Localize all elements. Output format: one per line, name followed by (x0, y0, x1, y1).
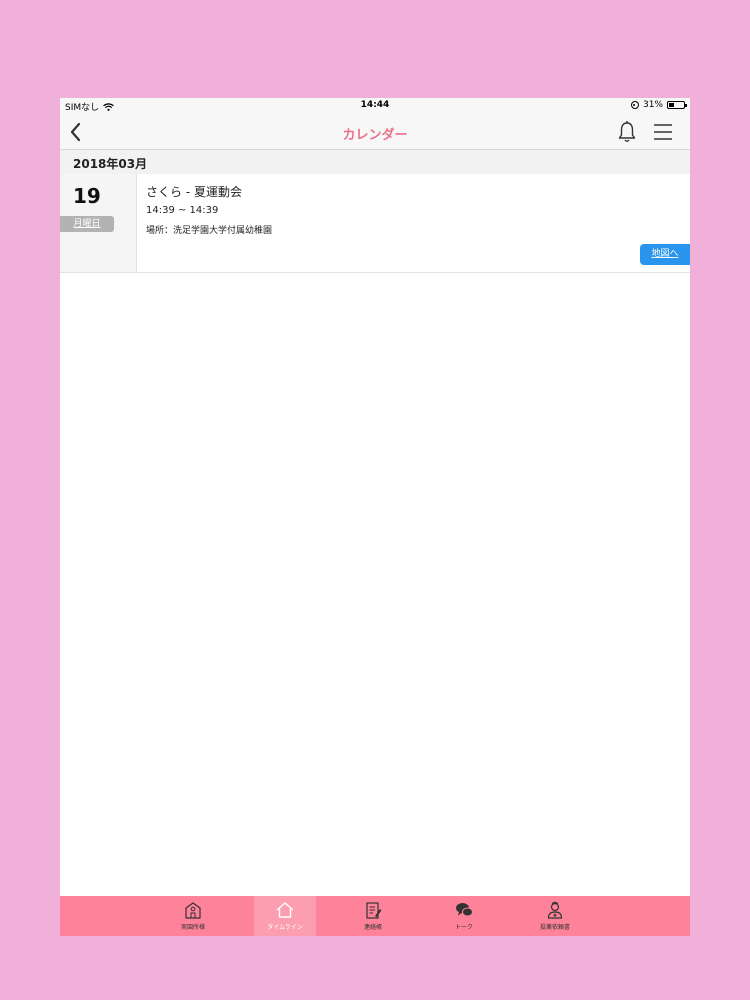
tab-timeline[interactable]: タイムライン (254, 896, 316, 936)
nurse-icon (547, 901, 563, 919)
tab-label: タイムライン (267, 924, 303, 931)
school-icon (185, 902, 201, 919)
notebook-icon (366, 902, 382, 919)
page-title: カレンダー (342, 128, 408, 143)
tab-label: トーク (454, 924, 473, 931)
notification-button[interactable] (616, 120, 638, 144)
status-time: 14:44 (360, 100, 390, 110)
home-icon (276, 902, 294, 918)
tab-talk[interactable]: トーク (433, 896, 495, 936)
tab-medication[interactable]: 投薬依頼書 (524, 896, 586, 936)
event-row[interactable]: 19 月曜日 さくら - 夏運動会 14:39 ~ 14:39 場所：洗足学園大… (60, 174, 690, 273)
map-button[interactable]: 地図へ (640, 244, 690, 265)
hamburger-menu-icon (654, 124, 672, 140)
status-right: 31% (630, 100, 687, 110)
event-date-column: 19 月曜日 (60, 174, 137, 272)
app-screen: SIMなし 14:44 31% カレンダー 2018年03月 19 月曜日 さく… (60, 98, 690, 936)
menu-button[interactable] (652, 122, 674, 142)
bell-icon (618, 121, 636, 142)
tab-label: 実園所様 (180, 924, 205, 931)
tab-notebook[interactable]: 連絡帳 (342, 896, 404, 936)
month-header: 2018年03月 (60, 150, 690, 174)
status-bar: SIMなし 14:44 31% (60, 98, 690, 114)
nav-bar: カレンダー (60, 114, 690, 150)
tab-label: 連絡帳 (363, 924, 382, 931)
tab-school[interactable]: 実園所様 (162, 896, 224, 936)
event-title: さくら - 夏運動会 (146, 185, 242, 199)
battery-icon (667, 101, 687, 109)
battery-percent: 31% (642, 100, 663, 110)
event-day-number: 19 (73, 184, 101, 208)
orientation-lock-icon (630, 101, 639, 109)
event-time: 14:39 ~ 14:39 (146, 205, 219, 216)
event-weekday-badge: 月曜日 (60, 216, 114, 232)
event-location: 場所：洗足学園大学付属幼稚園 (146, 226, 273, 236)
chat-icon (456, 903, 473, 917)
tab-label: 投薬依頼書 (539, 924, 570, 931)
month-label: 2018年03月 (73, 157, 148, 171)
tab-bar: 実園所様 タイムライン 連絡帳 トーク 投薬依頼書 (60, 896, 690, 936)
